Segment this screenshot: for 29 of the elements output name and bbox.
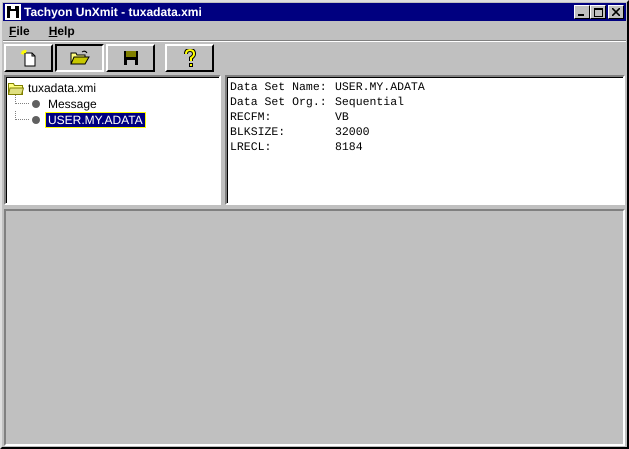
tree-item[interactable]: Message [46,97,99,111]
bullet-icon [32,116,40,124]
window-title: Tachyon UnXmit - tuxadata.xmi [24,5,203,19]
folder-icon [8,82,24,94]
field-value: 32000 [335,126,370,139]
question-mark-icon [184,49,196,67]
app-icon [5,4,21,20]
field-value: VB [335,111,349,124]
folder-icon [70,50,90,66]
new-file-icon [20,49,38,67]
maximize-button[interactable] [590,5,606,19]
field-value: USER.MY.ADATA [335,81,425,94]
close-button[interactable] [608,5,624,19]
field-label: LRECL: [230,141,272,154]
close-icon [612,8,620,16]
field-label: BLKSIZE: [230,126,286,139]
toolbar-button[interactable] [55,44,104,72]
minimize-button[interactable] [574,5,590,19]
field-value: 8184 [335,141,363,154]
tree-item[interactable]: USER.MY.ADATA [46,113,145,127]
field-label: Data Set Org.: [230,96,328,109]
maximize-icon [594,8,602,16]
menu-item[interactable]: Help [48,24,75,38]
field-label: Data Set Name: [230,81,328,94]
field-label: RECFM: [230,111,272,124]
field-value: Sequential [335,96,404,109]
menu-item[interactable]: File [9,24,30,38]
bullet-icon [32,100,40,108]
tree-item[interactable]: tuxadata.xmi [26,81,98,95]
